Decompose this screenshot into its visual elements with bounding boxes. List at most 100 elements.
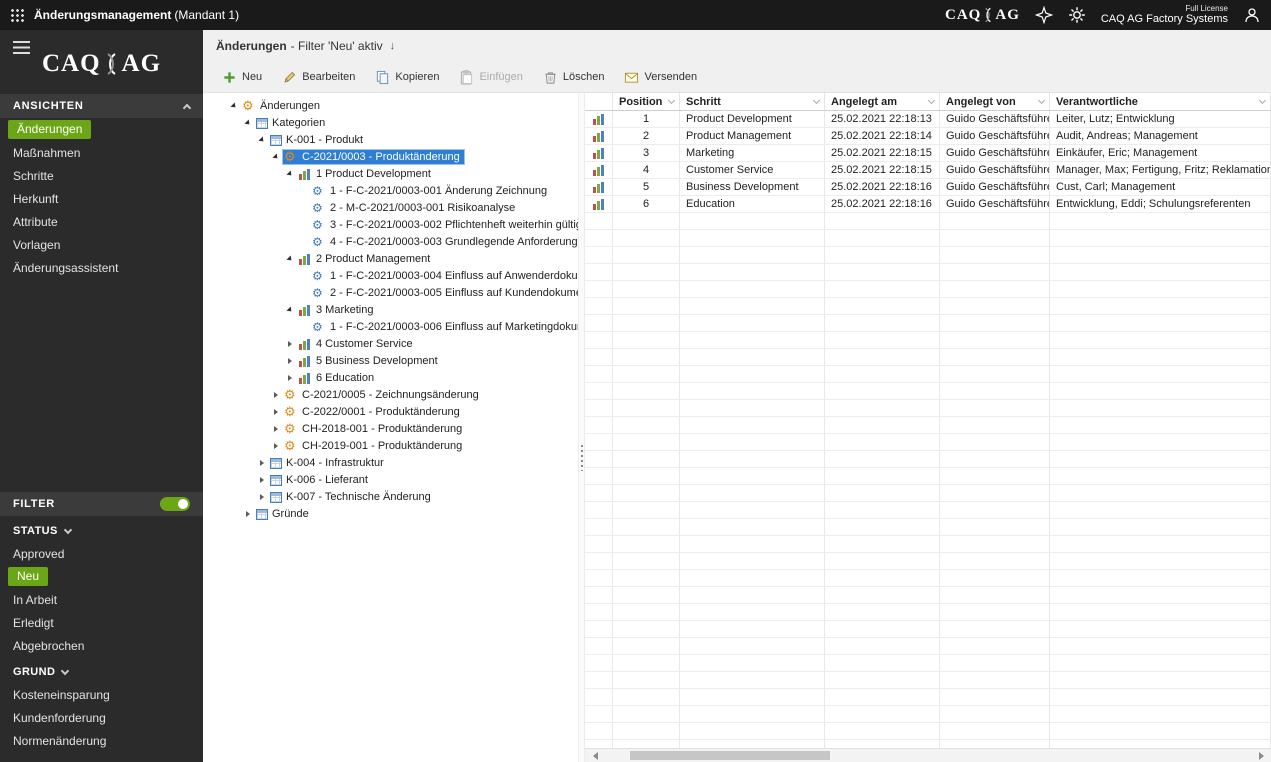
- tree-node-kategorien[interactable]: Kategorien: [203, 114, 578, 131]
- tree-node-k-007-technische-aenderung[interactable]: K-007 - Technische Änderung: [203, 488, 578, 505]
- expand-icon[interactable]: [283, 340, 296, 347]
- filter-group-status[interactable]: STATUS: [0, 520, 203, 542]
- filter-item-normenaenderung[interactable]: Normenänderung: [0, 729, 203, 752]
- toolbar-button-neu[interactable]: Neu: [213, 66, 271, 89]
- scroll-right-arrow[interactable]: [1253, 749, 1269, 762]
- table-header-cell-verantwortliche[interactable]: Verantwortliche: [1050, 93, 1271, 110]
- filter-section-header[interactable]: FILTER: [0, 492, 203, 516]
- filter-item-approved[interactable]: Approved: [0, 542, 203, 565]
- toolbar-button-kopieren[interactable]: Kopieren: [366, 66, 448, 89]
- expand-icon[interactable]: [283, 357, 296, 364]
- collapse-icon[interactable]: [227, 101, 240, 110]
- gear-icon[interactable]: [1068, 6, 1086, 24]
- tree-node-1-f-c-2021-0003-006-einfluss-auf-marketingdokumentation[interactable]: 1 - F-C-2021/0003-006 Einfluss auf Marke…: [203, 318, 578, 335]
- toolbar-button-bearbeiten[interactable]: Bearbeiten: [273, 66, 364, 89]
- views-section-header[interactable]: ANSICHTEN: [0, 94, 203, 118]
- tree-node-k-001-produkt[interactable]: K-001 - Produkt: [203, 131, 578, 148]
- toolbar-button-versenden[interactable]: Versenden: [615, 66, 706, 89]
- sidebar-item-massnahmen[interactable]: Maßnahmen: [0, 141, 203, 164]
- tree-node-c-2021-0005-zeichnungsaenderung[interactable]: C-2021/0005 - Zeichnungsänderung: [203, 386, 578, 403]
- expand-icon[interactable]: [269, 442, 282, 449]
- tree-node-c-2022-0001-produktaenderung[interactable]: C-2022/0001 - Produktänderung: [203, 403, 578, 420]
- column-menu-icon[interactable]: [1037, 96, 1046, 105]
- user-icon[interactable]: [1243, 6, 1261, 24]
- collapse-icon[interactable]: [283, 305, 296, 314]
- tree-node-2-m-c-2021-0003-001-risikoanalyse[interactable]: 2 - M-C-2021/0003-001 Risikoanalyse: [203, 199, 578, 216]
- expand-icon[interactable]: [269, 408, 282, 415]
- tree-node-k-004-infrastruktur[interactable]: K-004 - Infrastruktur: [203, 454, 578, 471]
- table-cell: [585, 587, 613, 603]
- tree-node-gruende[interactable]: Gründe: [203, 505, 578, 522]
- table-row[interactable]: 3 Marketing 25.02.2021 22:18:15 Guido Gesch…: [585, 145, 1271, 162]
- table-row[interactable]: 6 Education 25.02.2021 22:18:16 Guido Gesch…: [585, 196, 1271, 213]
- sidebar-item-vorlagen[interactable]: Vorlagen: [0, 233, 203, 256]
- table-header-cell-angelegt-am[interactable]: Angelegt am: [825, 93, 940, 110]
- tree-node-ch-2019-001-produktaenderung[interactable]: CH-2019-001 - Produktänderung: [203, 437, 578, 454]
- sidebar-item-attribute[interactable]: Attribute: [0, 210, 203, 233]
- scroll-left-arrow[interactable]: [587, 749, 603, 762]
- filter-item-kundenforderung[interactable]: Kundenforderung: [0, 706, 203, 729]
- column-menu-icon[interactable]: [1258, 96, 1267, 105]
- caq-logo-ag-text: AG: [995, 6, 1020, 23]
- tree-node-k-006-lieferant[interactable]: K-006 - Lieferant: [203, 471, 578, 488]
- tree-node-3-f-c-2021-0003-002-pflichtenheft-weiterhin-gueltig[interactable]: 3 - F-C-2021/0003-002 Pflichtenheft weit…: [203, 216, 578, 233]
- table-header-cell-icon[interactable]: [585, 93, 613, 110]
- table-row[interactable]: 4 Customer Service 25.02.2021 22:18:15 Guid…: [585, 162, 1271, 179]
- sparkle-icon[interactable]: [1034, 6, 1053, 24]
- table-row[interactable]: 5 Business Development 25.02.2021 22:18:16…: [585, 179, 1271, 196]
- table-cell: [1050, 434, 1271, 450]
- tree-node-3-marketing[interactable]: 3 Marketing: [203, 301, 578, 318]
- collapse-icon[interactable]: [269, 152, 282, 161]
- tree-node-2-f-c-2021-0003-005-einfluss-auf-kundendokumenation[interactable]: 2 - F-C-2021/0003-005 Einfluss auf Kunde…: [203, 284, 578, 301]
- table-cell: [680, 247, 825, 263]
- table-header-cell-schritt[interactable]: Schritt: [680, 93, 825, 110]
- expand-icon[interactable]: [255, 459, 268, 466]
- app-launcher-icon[interactable]: [10, 8, 24, 22]
- header-collapse-icon[interactable]: ↓: [390, 40, 396, 52]
- tree-node-6-education[interactable]: 6 Education: [203, 369, 578, 386]
- sidebar-item-aenderungen[interactable]: Änderungen: [0, 118, 203, 141]
- filter-item-neu[interactable]: Neu: [0, 565, 203, 588]
- expand-icon[interactable]: [269, 391, 282, 398]
- pane-splitter[interactable]: [578, 93, 585, 762]
- tree-node-1-f-c-2021-0003-004-einfluss-auf-anwenderdokumentation[interactable]: 1 - F-C-2021/0003-004 Einfluss auf Anwen…: [203, 267, 578, 284]
- collapse-icon[interactable]: [283, 169, 296, 178]
- filter-item-abgebrochen[interactable]: Abgebrochen: [0, 634, 203, 657]
- collapse-icon[interactable]: [283, 254, 296, 263]
- toolbar-button-loeschen[interactable]: Löschen: [534, 66, 614, 89]
- tree-node-5-business-development[interactable]: 5 Business Development: [203, 352, 578, 369]
- filter-item-kosteneinsparung[interactable]: Kosteneinsparung: [0, 683, 203, 706]
- tree-node-2-product-management[interactable]: 2 Product Management: [203, 250, 578, 267]
- table-header-cell-position[interactable]: Position: [613, 93, 680, 110]
- h-scrollbar[interactable]: [585, 748, 1271, 762]
- filter-item-erledigt[interactable]: Erledigt: [0, 611, 203, 634]
- tree-node-4-customer-service[interactable]: 4 Customer Service: [203, 335, 578, 352]
- column-menu-icon[interactable]: [927, 96, 936, 105]
- sidebar-item-aenderungsassistent[interactable]: Änderungsassistent: [0, 256, 203, 279]
- table-row[interactable]: 1 Product Development 25.02.2021 22:18:13 G…: [585, 111, 1271, 128]
- column-menu-icon[interactable]: [812, 96, 821, 105]
- table-row[interactable]: 2 Product Management 25.02.2021 22:18:14 Gu…: [585, 128, 1271, 145]
- expand-icon[interactable]: [283, 374, 296, 381]
- tree-node-aenderungen[interactable]: Änderungen: [203, 97, 578, 114]
- expand-icon[interactable]: [255, 493, 268, 500]
- filter-toggle[interactable]: [160, 497, 190, 511]
- scroll-thumb[interactable]: [630, 751, 830, 760]
- sidebar-item-herkunft[interactable]: Herkunft: [0, 187, 203, 210]
- collapse-icon[interactable]: [241, 118, 254, 127]
- expand-icon[interactable]: [241, 510, 254, 517]
- table-header-cell-angelegt-von[interactable]: Angelegt von: [940, 93, 1050, 110]
- menu-icon[interactable]: [13, 41, 30, 54]
- expand-icon[interactable]: [269, 425, 282, 432]
- filter-group-grund[interactable]: GRUND: [0, 661, 203, 683]
- filter-item-in-arbeit[interactable]: In Arbeit: [0, 588, 203, 611]
- collapse-icon[interactable]: [255, 135, 268, 144]
- column-menu-icon[interactable]: [667, 96, 676, 105]
- tree-node-1-f-c-2021-0003-001-aenderung-zeichnung[interactable]: 1 - F-C-2021/0003-001 Änderung Zeichnung: [203, 182, 578, 199]
- tree-node-4-f-c-2021-0003-003-grundlegende-anforderungen[interactable]: 4 - F-C-2021/0003-003 Grundlegende Anfor…: [203, 233, 578, 250]
- expand-icon[interactable]: [255, 476, 268, 483]
- tree-node-c-2021-0003-produktaenderung[interactable]: C-2021/0003 - Produktänderung: [203, 148, 578, 165]
- tree-node-ch-2018-001-produktaenderung[interactable]: CH-2018-001 - Produktänderung: [203, 420, 578, 437]
- sidebar-item-schritte[interactable]: Schritte: [0, 164, 203, 187]
- tree-node-1-product-development[interactable]: 1 Product Development: [203, 165, 578, 182]
